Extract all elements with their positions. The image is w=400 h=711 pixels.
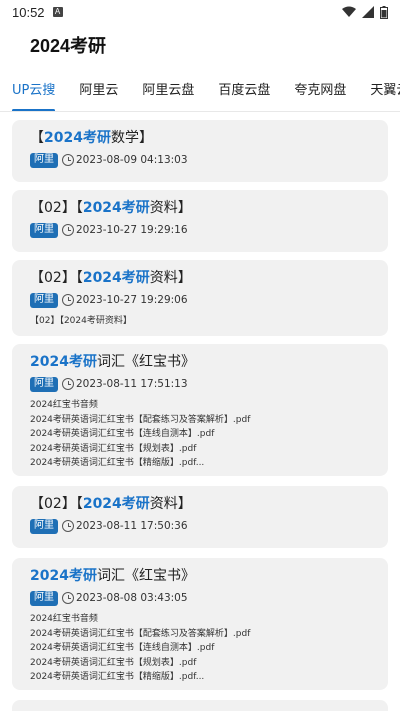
result-title: 2024考研词汇《红宝书》 <box>30 568 195 584</box>
signal-icon <box>362 6 374 18</box>
source-badge: 阿里 <box>30 222 58 238</box>
clock-icon <box>62 154 74 166</box>
page-title: 2024考研 <box>30 36 107 56</box>
result-card[interactable]: 【2024考研数学】 阿里 2023-08-09 04:13:03 <box>12 120 388 182</box>
result-time: 2023-10-27 19:29:06 <box>76 294 188 306</box>
file-name: 2024考研英语词汇红宝书【配套练习及答案解析】.pdf <box>30 628 251 639</box>
battery-icon <box>380 5 388 19</box>
result-title: 【02】【2024考研资料】 <box>30 496 192 512</box>
file-name: 2024考研英语词汇红宝书【连线自测本】.pdf <box>30 643 215 653</box>
status-bar: 10:52 A <box>0 0 400 24</box>
app-header: 2024考研 <box>0 24 400 66</box>
result-title: 【02】【2024考研资料】 <box>30 200 192 216</box>
clock-icon <box>62 294 74 306</box>
result-title: 【2024考研数学】 <box>30 130 153 146</box>
result-meta: 阿里 2023-10-27 19:29:16 <box>30 222 370 238</box>
result-card[interactable]: 2024考研词汇《红宝书》 阿里 2023-08-08 03:43:05 202… <box>12 558 388 690</box>
tab-quark-pan[interactable]: 夸克网盘 <box>282 76 358 111</box>
tab-baidu-pan[interactable]: 百度云盘 <box>206 76 282 111</box>
clock-icon <box>62 592 74 604</box>
source-badge: 阿里 <box>30 590 58 606</box>
status-time: 10:52 <box>12 4 45 20</box>
result-time: 2023-08-11 17:51:13 <box>76 378 188 390</box>
result-card[interactable]: 【02】【2024考研资料】 阿里 2023-10-27 19:29:06 【0… <box>12 260 388 336</box>
wifi-icon <box>342 6 356 17</box>
result-time: 2023-10-27 19:29:16 <box>76 224 188 236</box>
source-badge: 阿里 <box>30 152 58 168</box>
file-name: 2024考研英语词汇红宝书【规划表】.pdf <box>30 443 197 454</box>
tab-aliyun[interactable]: 阿里云 <box>67 76 130 111</box>
result-title: 2024考研词汇《红宝书》 <box>30 354 195 370</box>
source-badge: 阿里 <box>30 518 58 534</box>
result-meta: 阿里 2023-08-11 17:51:13 <box>30 376 370 392</box>
file-list: 2024红宝书音频 2024考研英语词汇红宝书【配套练习及答案解析】.pdf 2… <box>30 398 370 471</box>
file-name: 2024红宝书音频 <box>30 400 98 410</box>
source-badge: 阿里 <box>30 376 58 392</box>
result-card[interactable]: 【02】【2024考研资料】 阿里 2023-10-27 19:29:16 <box>12 190 388 252</box>
file-list: 【02】【2024考研资料】 <box>30 314 370 329</box>
file-name: 2024红宝书音频 <box>30 614 98 624</box>
file-name: 2024考研英语词汇红宝书【精缩版】.pdf... <box>30 458 205 468</box>
tab-aliyun-pan[interactable]: 阿里云盘 <box>130 76 206 111</box>
result-meta: 阿里 2023-08-09 04:13:03 <box>30 152 370 168</box>
file-name: 2024考研英语词汇红宝书【配套练习及答案解析】.pdf <box>30 414 251 425</box>
result-card[interactable] <box>12 700 388 711</box>
clock-icon <box>62 520 74 532</box>
result-card[interactable]: 【02】【2024考研资料】 阿里 2023-08-11 17:50:36 <box>12 486 388 548</box>
result-meta: 阿里 2023-08-11 17:50:36 <box>30 518 370 534</box>
tab-bar: UP云搜 阿里云 阿里云盘 百度云盘 夸克网盘 天翼云盘 <box>0 76 400 112</box>
result-time: 2023-08-11 17:50:36 <box>76 520 188 532</box>
clock-icon <box>62 224 74 236</box>
file-list: 2024红宝书音频 2024考研英语词汇红宝书【配套练习及答案解析】.pdf 2… <box>30 612 370 685</box>
result-time: 2023-08-09 04:13:03 <box>76 154 188 166</box>
status-a-icon: A <box>52 7 63 17</box>
result-meta: 阿里 2023-08-08 03:43:05 <box>30 590 370 606</box>
result-list[interactable]: 【2024考研数学】 阿里 2023-08-09 04:13:03 【02】【2… <box>0 112 400 711</box>
file-name: 2024考研英语词汇红宝书【规划表】.pdf <box>30 657 197 668</box>
file-name: 【02】【2024考研资料】 <box>30 316 132 326</box>
tab-up-search[interactable]: UP云搜 <box>0 76 67 111</box>
result-time: 2023-08-08 03:43:05 <box>76 592 188 604</box>
tab-tianyi-pan[interactable]: 天翼云盘 <box>358 76 400 111</box>
file-name: 2024考研英语词汇红宝书【精缩版】.pdf... <box>30 672 205 682</box>
result-title: 【02】【2024考研资料】 <box>30 270 192 286</box>
result-card[interactable]: 2024考研词汇《红宝书》 阿里 2023-08-11 17:51:13 202… <box>12 344 388 476</box>
status-icons <box>342 5 388 19</box>
clock-icon <box>62 378 74 390</box>
result-meta: 阿里 2023-10-27 19:29:06 <box>30 292 370 308</box>
source-badge: 阿里 <box>30 292 58 308</box>
file-name: 2024考研英语词汇红宝书【连线自测本】.pdf <box>30 429 215 439</box>
